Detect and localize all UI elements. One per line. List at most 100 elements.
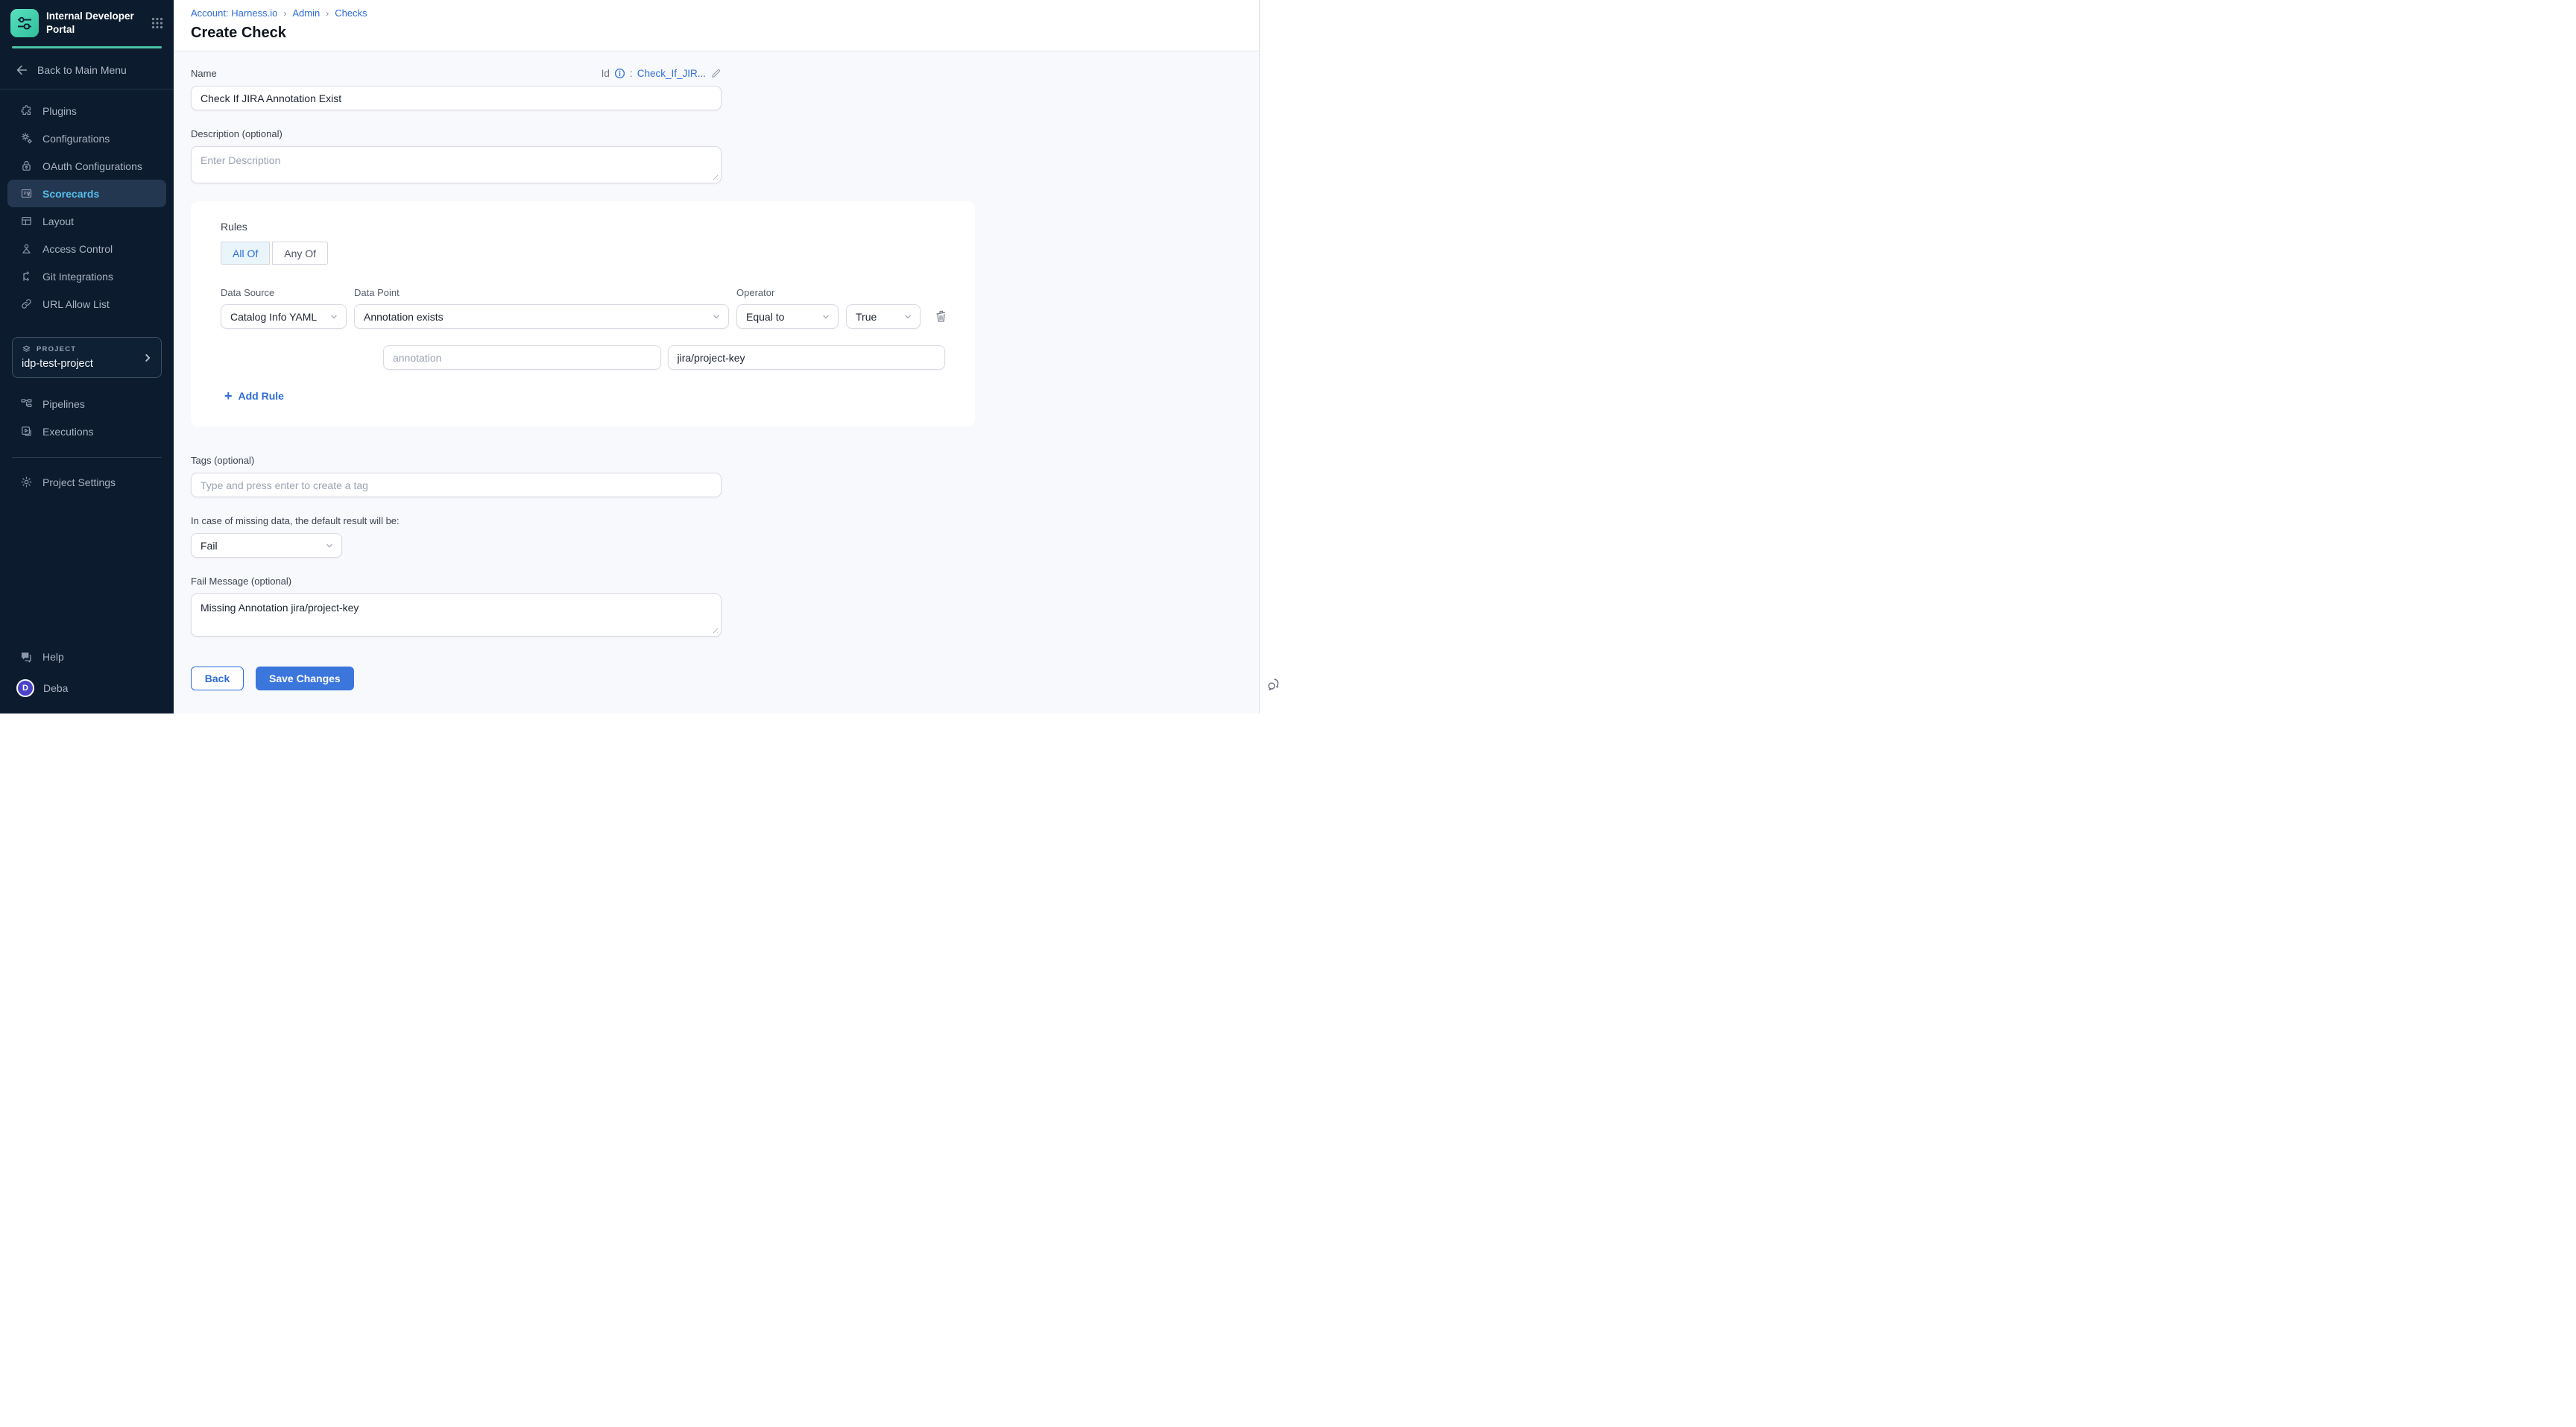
chevron-down-icon	[821, 312, 830, 321]
sidebar-item-label: Pipelines	[42, 398, 85, 410]
breadcrumb-account-link[interactable]: Account: Harness.io	[191, 7, 277, 19]
data-point-select[interactable]: Annotation exists	[354, 304, 729, 329]
app-grid-icon[interactable]	[151, 17, 163, 29]
sidebar-item-label: Access Control	[42, 243, 113, 255]
project-label: PROJECT	[37, 345, 76, 353]
data-source-label: Data Source	[221, 287, 347, 298]
default-result-value: Fail	[201, 540, 218, 552]
back-to-main-menu[interactable]: Back to Main Menu	[0, 48, 174, 89]
annotation-inputs	[383, 345, 945, 370]
default-result-select[interactable]: Fail	[191, 533, 342, 558]
fail-message-label: Fail Message (optional)	[191, 576, 722, 587]
puzzle-icon	[19, 104, 33, 118]
brand: Internal Developer Portal	[0, 0, 174, 45]
user-menu[interactable]: D Deba	[0, 670, 174, 703]
layout-icon	[19, 215, 33, 228]
sidebar-item-plugins[interactable]: Plugins	[0, 97, 174, 125]
missing-data-label: In case of missing data, the default res…	[191, 515, 722, 526]
sidebar-item-label: Layout	[42, 215, 74, 227]
sidebar-item-configurations[interactable]: Configurations	[0, 125, 174, 152]
entity-id-block: Id : Check_If_JIR...	[602, 68, 722, 79]
help-chat-icon: ?	[19, 650, 33, 664]
info-icon[interactable]	[614, 68, 625, 79]
tags-input[interactable]	[191, 473, 722, 497]
annotation-key-input	[383, 345, 661, 370]
data-source-value: Catalog Info YAML	[230, 311, 317, 323]
fail-message-textarea[interactable]: Missing Annotation jira/project-key	[191, 593, 722, 637]
add-rule-label: Add Rule	[239, 390, 284, 402]
rules-card: Rules All Of Any Of Data Source Catalog …	[191, 201, 975, 426]
chevron-down-icon	[325, 541, 334, 550]
data-source-select[interactable]: Catalog Info YAML	[221, 304, 347, 329]
sidebar-item-label: OAuth Configurations	[42, 160, 142, 172]
save-changes-button[interactable]: Save Changes	[256, 667, 354, 690]
sidebar-item-url-allow-list[interactable]: URL Allow List	[0, 290, 174, 318]
name-label: Name	[191, 68, 217, 79]
chevron-right-icon: ›	[326, 8, 329, 19]
chevron-right-icon	[142, 353, 153, 363]
data-point-label: Data Point	[354, 287, 729, 298]
idp-logo-icon	[10, 9, 39, 37]
support-chat-icon[interactable]	[1266, 676, 1282, 693]
page-title: Create Check	[191, 25, 1259, 42]
pipeline-icon	[19, 397, 33, 411]
sidebar-item-pipelines[interactable]: Pipelines	[0, 390, 174, 418]
project-name: idp-test-project	[22, 358, 152, 370]
scorecard-icon	[19, 187, 33, 201]
rules-mode-toggle: All Of Any Of	[221, 242, 328, 265]
sidebar-item-project-settings[interactable]: Project Settings	[0, 468, 174, 496]
breadcrumb-admin-link[interactable]: Admin	[292, 7, 320, 19]
sidebar-item-git-integrations[interactable]: Git Integrations	[0, 262, 174, 290]
name-input[interactable]	[191, 86, 722, 110]
play-icon	[19, 425, 33, 438]
sidebar: Internal Developer Portal Back to Main M…	[0, 0, 174, 714]
delete-rule-button[interactable]	[928, 304, 948, 329]
svg-text:?: ?	[24, 653, 27, 658]
admin-menu: Plugins Configurations OAuth Configurati…	[0, 89, 174, 318]
user-name: Deba	[43, 682, 68, 694]
back-label: Back to Main Menu	[37, 64, 127, 76]
operator-select[interactable]: Equal to	[736, 304, 839, 329]
plus-icon: +	[224, 389, 233, 403]
back-button[interactable]: Back	[191, 667, 244, 690]
operator-value: Equal to	[746, 311, 784, 323]
operand-select[interactable]: True	[846, 304, 921, 329]
main-area: Account: Harness.io › Admin › Checks Cre…	[174, 0, 1259, 714]
sidebar-item-help[interactable]: ? Help	[0, 643, 174, 670]
operator-label: Operator	[736, 287, 839, 298]
breadcrumb-checks-link[interactable]: Checks	[335, 7, 367, 19]
chevron-down-icon	[329, 312, 338, 321]
app-window: Internal Developer Portal Back to Main M…	[0, 0, 1288, 714]
operand-value: True	[856, 311, 877, 323]
chevron-down-icon	[712, 312, 721, 321]
sidebar-footer: ? Help D Deba	[0, 643, 174, 714]
toggle-any-of[interactable]: Any Of	[272, 242, 328, 265]
sidebar-item-oauth-configurations[interactable]: OAuth Configurations	[0, 152, 174, 180]
rules-label: Rules	[221, 221, 945, 233]
entity-id-link[interactable]: Check_If_JIR...	[637, 68, 706, 79]
sidebar-item-label: Git Integrations	[42, 271, 113, 283]
sidebar-item-layout[interactable]: Layout	[0, 207, 174, 235]
edit-pencil-icon[interactable]	[710, 68, 722, 79]
page-header: Account: Harness.io › Admin › Checks Cre…	[174, 0, 1259, 51]
sidebar-item-executions[interactable]: Executions	[0, 418, 174, 445]
sidebar-divider	[12, 457, 162, 458]
project-selector[interactable]: PROJECT idp-test-project	[12, 337, 162, 378]
sidebar-item-scorecards[interactable]: Scorecards	[7, 180, 166, 207]
person-icon	[19, 242, 33, 256]
annotation-value-input[interactable]	[668, 345, 946, 370]
description-label: Description (optional)	[191, 128, 722, 139]
sidebar-item-access-control[interactable]: Access Control	[0, 235, 174, 262]
chevron-down-icon	[903, 312, 912, 321]
id-label: Id	[602, 68, 610, 79]
project-menu: Pipelines Executions	[0, 378, 174, 445]
gear-icon	[19, 476, 33, 489]
lock-icon	[19, 160, 33, 173]
description-textarea[interactable]	[191, 146, 722, 183]
toggle-all-of[interactable]: All Of	[221, 242, 270, 265]
sidebar-item-label: Executions	[42, 426, 93, 438]
link-icon	[19, 297, 33, 311]
arrow-left-icon	[15, 63, 28, 77]
add-rule-button[interactable]: + Add Rule	[224, 389, 284, 403]
form-actions: Back Save Changes	[191, 667, 722, 690]
